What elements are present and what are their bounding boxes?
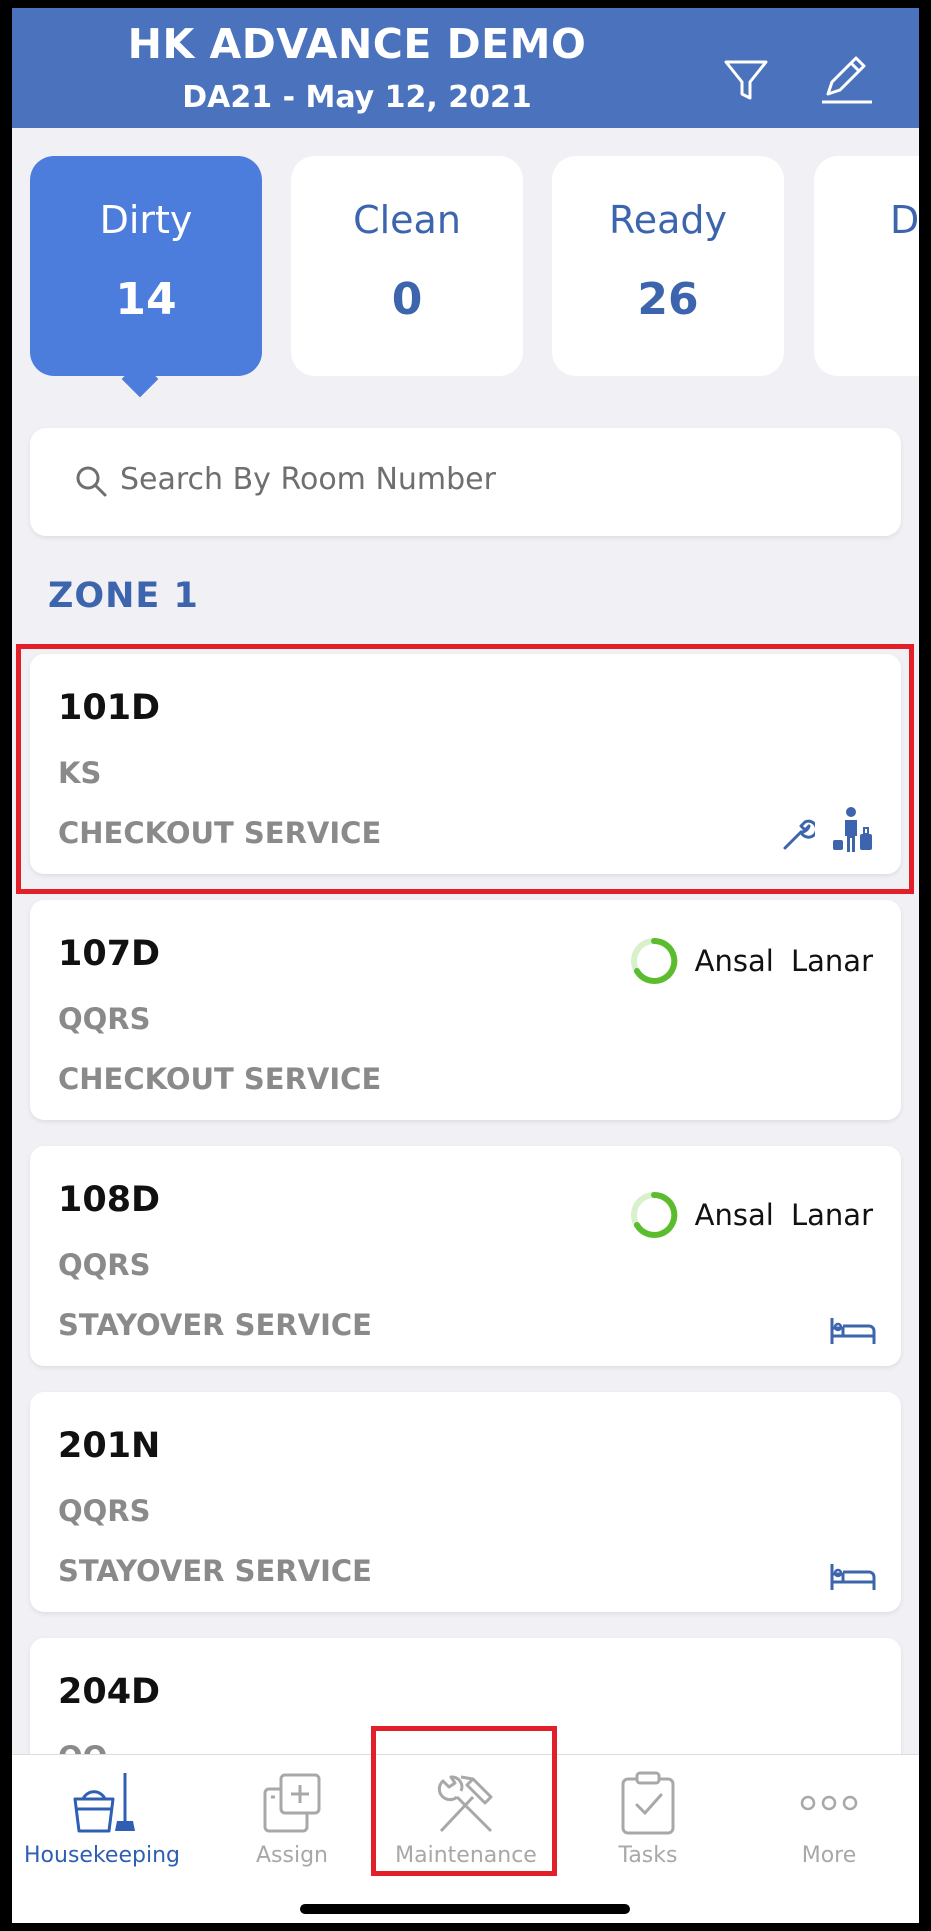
room-number: 204D: [58, 1672, 161, 1712]
room-icons: [829, 1314, 877, 1346]
tab-label: Di: [890, 198, 919, 242]
tab-ready[interactable]: Ready 26: [552, 156, 784, 376]
zone-title: ZONE 1: [48, 576, 199, 616]
tab-count: 0: [391, 274, 423, 325]
assignee-name: Ansal Lanar: [694, 944, 873, 978]
clipboard-check-icon: [621, 1771, 675, 1835]
room-type: QQRS: [58, 1494, 151, 1528]
room-number: 201N: [58, 1426, 161, 1466]
app-header: HK ADVANCE DEMO DA21 - May 12, 2021: [12, 8, 919, 128]
search-icon: [76, 466, 107, 497]
highlight-maintenance-nav: [371, 1726, 557, 1876]
room-type: QQRS: [58, 1248, 151, 1282]
assignee: Ansal Lanar: [629, 1190, 873, 1240]
nav-label: Housekeeping: [24, 1843, 180, 1868]
nav-label: More: [801, 1843, 857, 1868]
nav-tasks[interactable]: Tasks: [558, 1755, 738, 1923]
edit-icon[interactable]: [818, 52, 874, 108]
progress-ring-icon: [630, 937, 677, 984]
search-placeholder: Search By Room Number: [120, 462, 496, 497]
nav-label: Assign: [256, 1843, 328, 1868]
nav-assign[interactable]: Assign: [202, 1755, 382, 1923]
room-service: STAYOVER SERVICE: [58, 1554, 372, 1588]
assignee-name: Ansal Lanar: [694, 1198, 873, 1232]
tab-count: 26: [637, 274, 699, 325]
room-service: STAYOVER SERVICE: [58, 1308, 372, 1342]
app-subtitle: DA21 - May 12, 2021: [182, 80, 532, 115]
highlight-room-101d: [16, 644, 914, 894]
bed-icon: [830, 1318, 876, 1344]
app-title: HK ADVANCE DEMO: [127, 20, 587, 68]
tab-dirty[interactable]: Dirty 14: [30, 156, 262, 376]
app-screen: HK ADVANCE DEMO DA21 - May 12, 2021 Dirt…: [12, 8, 919, 1923]
home-indicator[interactable]: [300, 1904, 630, 1914]
tab-label: Ready: [609, 198, 727, 242]
assign-icon: [263, 1773, 321, 1833]
bed-icon: [830, 1564, 876, 1590]
tab-clean[interactable]: Clean 0: [291, 156, 523, 376]
nav-more[interactable]: More: [739, 1755, 919, 1923]
room-card-108d[interactable]: 108D QQRS STAYOVER SERVICE Ansal Lanar: [30, 1146, 901, 1366]
tab-partial[interactable]: Di: [814, 156, 919, 376]
assignee: Ansal Lanar: [629, 936, 873, 986]
tab-label: Dirty: [99, 198, 193, 242]
tab-label: Clean: [353, 198, 461, 242]
housekeeping-bucket-icon: [73, 1773, 135, 1833]
nav-housekeeping[interactable]: Housekeeping: [12, 1755, 192, 1923]
room-number: 107D: [58, 934, 161, 974]
room-card-107d[interactable]: 107D QQRS CHECKOUT SERVICE Ansal Lanar: [30, 900, 901, 1120]
nav-label: Tasks: [618, 1843, 678, 1868]
more-dots-icon: [800, 1795, 858, 1811]
room-service: CHECKOUT SERVICE: [58, 1062, 382, 1096]
room-number: 108D: [58, 1180, 161, 1220]
room-type: QQRS: [58, 1002, 151, 1036]
room-icons: [829, 1560, 877, 1592]
search-input[interactable]: Search By Room Number: [30, 428, 901, 536]
room-card-201n[interactable]: 201N QQRS STAYOVER SERVICE: [30, 1392, 901, 1612]
tab-count: 14: [115, 274, 177, 325]
progress-ring-icon: [630, 1191, 677, 1238]
filter-icon[interactable]: [718, 52, 774, 108]
